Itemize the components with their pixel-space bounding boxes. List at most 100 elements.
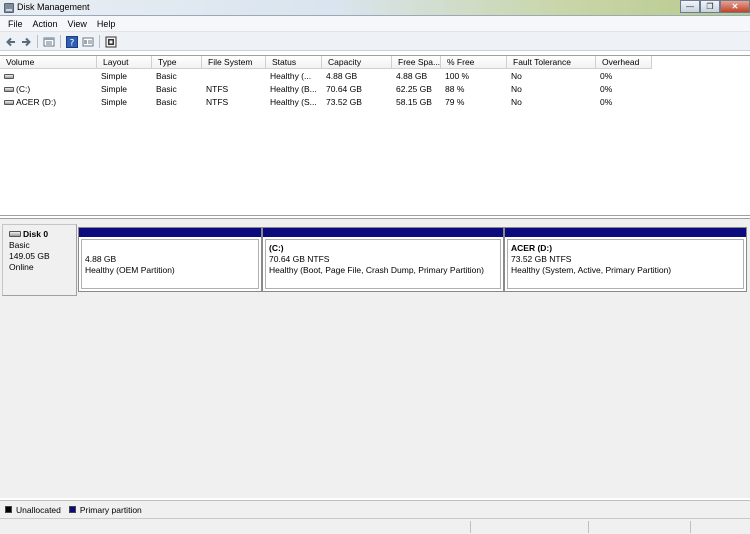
help-icon: ? <box>65 35 78 48</box>
disk-state: Online <box>9 262 34 272</box>
table-row[interactable]: (C:) Simple Basic NTFS Healthy (B... 70.… <box>0 83 750 96</box>
primary-partition-bar <box>505 228 746 237</box>
partition-body: ACER (D:) 73.52 GB NTFS Healthy (System,… <box>507 239 744 289</box>
volume-cell: (C:) <box>0 83 97 96</box>
percent-free-cell: 79 % <box>445 97 465 107</box>
partition-body: (C:) 70.64 GB NTFS Healthy (Boot, Page F… <box>265 239 501 289</box>
free-space-cell: 62.25 GB <box>396 84 432 94</box>
partition-status: Healthy (OEM Partition) <box>85 265 175 275</box>
overhead-cell: 0% <box>600 97 613 107</box>
layout-cell: Simple <box>101 84 127 94</box>
volume-list: Volume Layout Type File System Status Ca… <box>0 55 750 216</box>
legend: Unallocated Primary partition <box>0 500 750 518</box>
column-header-status[interactable]: Status <box>266 56 322 69</box>
free-space-cell: 58.15 GB <box>396 97 432 107</box>
toolbar-separator <box>99 35 100 48</box>
layout-cell: Simple <box>101 71 127 81</box>
status-cell: Healthy (S... <box>270 97 317 107</box>
primary-partition-bar <box>79 228 261 237</box>
disk-list-button[interactable] <box>42 35 55 48</box>
file-system-cell: NTFS <box>206 84 229 94</box>
partition-name: ACER (D:) <box>511 243 553 253</box>
partition-size: 4.88 GB <box>85 254 117 264</box>
close-button[interactable]: ✕ <box>720 0 750 13</box>
type-cell: Basic <box>156 71 177 81</box>
properties-icon <box>82 37 93 46</box>
column-header-fault-tolerance[interactable]: Fault Tolerance <box>507 56 596 69</box>
minimize-button[interactable]: — <box>680 0 700 13</box>
status-segment <box>588 521 589 533</box>
partition-name <box>85 243 258 254</box>
column-header-percent-free[interactable]: % Free <box>441 56 507 69</box>
partition-size: 73.52 GB NTFS <box>511 254 572 264</box>
partition-body: 4.88 GB Healthy (OEM Partition) <box>81 239 259 289</box>
volume-disk-icon <box>4 99 14 105</box>
status-segment <box>690 521 691 533</box>
column-header-capacity[interactable]: Capacity <box>322 56 392 69</box>
close-icon: ✕ <box>731 2 739 11</box>
rescan-button[interactable] <box>104 35 117 48</box>
toolbar-separator <box>37 35 38 48</box>
menu-action[interactable]: Action <box>29 19 62 29</box>
partition-c[interactable]: (C:) 70.64 GB NTFS Healthy (Boot, Page F… <box>262 227 504 292</box>
toolbar: ? <box>0 32 750 51</box>
column-header-type[interactable]: Type <box>152 56 202 69</box>
forward-button[interactable] <box>19 35 32 48</box>
disk-map-pane: Disk 0 Basic 149.05 GB Online 4.88 GB He… <box>0 218 750 498</box>
menu-file[interactable]: File <box>4 19 27 29</box>
disk-management-icon <box>4 3 14 13</box>
overhead-cell: 0% <box>600 84 613 94</box>
volume-disk-icon <box>4 73 14 79</box>
disk-type: Basic <box>9 240 30 250</box>
back-icon <box>5 37 15 46</box>
svg-text:?: ? <box>69 38 74 48</box>
fault-tolerance-cell: No <box>511 71 522 81</box>
partition-name: (C:) <box>269 243 284 253</box>
unallocated-swatch <box>5 506 12 513</box>
capacity-cell: 73.52 GB <box>326 97 362 107</box>
fault-tolerance-cell: No <box>511 84 522 94</box>
help-button[interactable]: ? <box>65 35 78 48</box>
column-header-layout[interactable]: Layout <box>97 56 152 69</box>
column-header-file-system[interactable]: File System <box>202 56 266 69</box>
type-cell: Basic <box>156 97 177 107</box>
legend-unallocated: Unallocated <box>16 504 61 515</box>
primary-partition-swatch <box>68 506 76 513</box>
table-row[interactable]: ACER (D:) Simple Basic NTFS Healthy (S..… <box>0 96 750 109</box>
capacity-cell: 4.88 GB <box>326 71 358 81</box>
table-row[interactable]: Simple Basic Healthy (... 4.88 GB 4.88 G… <box>0 70 750 83</box>
back-button[interactable] <box>4 35 17 48</box>
status-segment <box>470 521 471 533</box>
partition-d[interactable]: ACER (D:) 73.52 GB NTFS Healthy (System,… <box>504 227 747 292</box>
rescan-icon <box>105 36 116 47</box>
status-cell: Healthy (B... <box>270 84 317 94</box>
type-cell: Basic <box>156 84 177 94</box>
menu-bar: File Action View Help <box>0 16 750 32</box>
percent-free-cell: 88 % <box>445 84 465 94</box>
free-space-cell: 4.88 GB <box>396 71 428 81</box>
maximize-button[interactable]: ❐ <box>700 0 720 13</box>
volume-cell: ACER (D:) <box>0 96 97 109</box>
overhead-cell: 0% <box>600 71 613 81</box>
menu-help[interactable]: Help <box>93 19 120 29</box>
layout-cell: Simple <box>101 97 127 107</box>
status-bar <box>0 518 750 534</box>
menu-view[interactable]: View <box>64 19 91 29</box>
fault-tolerance-cell: No <box>511 97 522 107</box>
file-system-cell <box>202 70 266 83</box>
restore-icon: ❐ <box>706 2 714 11</box>
title-bar: Disk Management — ❐ ✕ <box>0 0 750 16</box>
window-controls: — ❐ ✕ <box>680 0 750 13</box>
properties-button[interactable] <box>81 35 94 48</box>
percent-free-cell: 100 % <box>445 71 470 81</box>
primary-partition-bar <box>263 228 503 237</box>
partition-status: Healthy (System, Active, Primary Partiti… <box>511 265 672 275</box>
hard-disk-icon <box>9 230 21 237</box>
volume-cell <box>0 70 97 83</box>
disk-0-label[interactable]: Disk 0 Basic 149.05 GB Online <box>2 224 77 296</box>
partition-oem[interactable]: 4.88 GB Healthy (OEM Partition) <box>78 227 262 292</box>
column-header-overhead[interactable]: Overhead <box>596 56 652 69</box>
column-header-volume[interactable]: Volume <box>0 56 97 69</box>
toolbar-separator <box>60 35 61 48</box>
column-header-free-space[interactable]: Free Spa... <box>392 56 441 69</box>
